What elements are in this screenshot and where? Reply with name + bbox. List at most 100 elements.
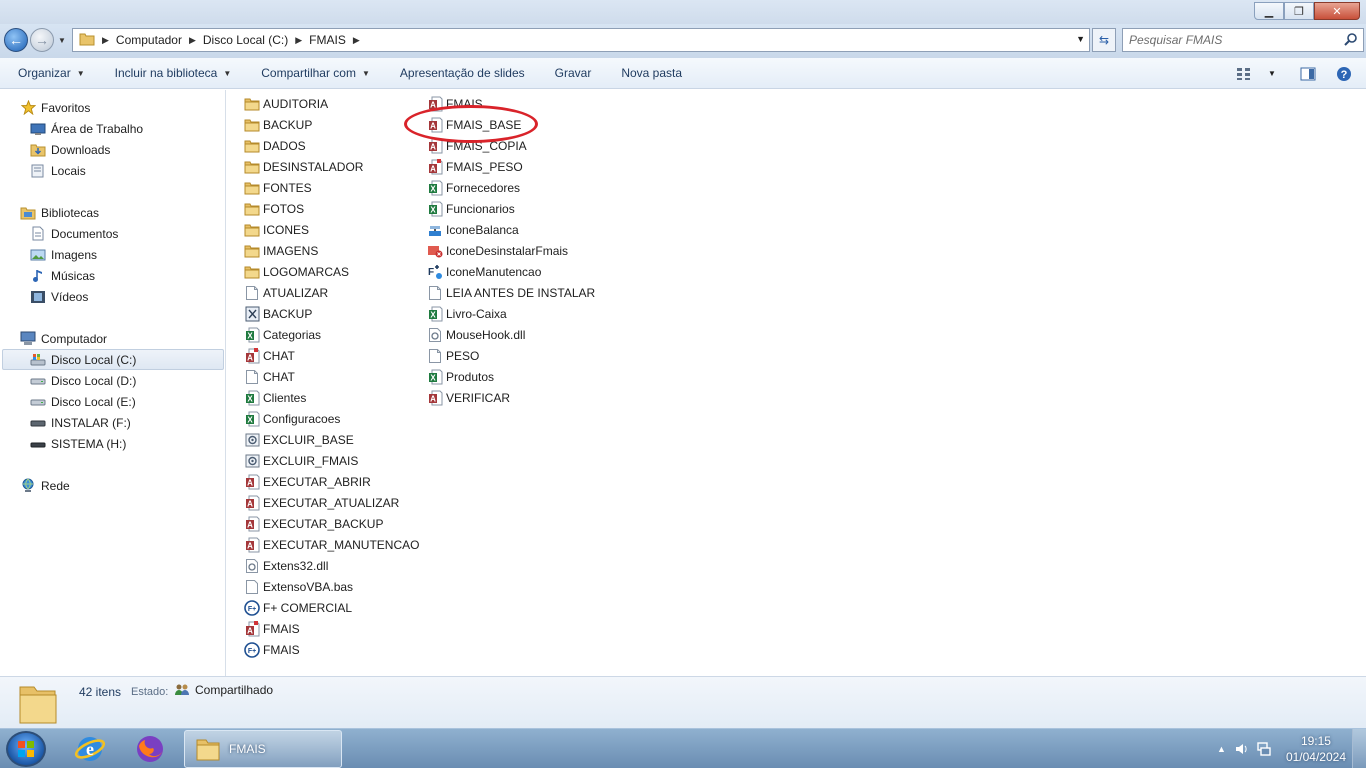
file-item-clientes[interactable]: X Clientes: [244, 387, 306, 408]
file-item-mousehook-dll[interactable]: MouseHook.dll: [427, 324, 525, 345]
file-item-executar-manutencao[interactable]: A EXECUTAR_MANUTENCAO: [244, 534, 419, 555]
search-icon[interactable]: [1344, 32, 1358, 49]
nav-favorites[interactable]: Favoritos: [20, 97, 90, 118]
minimize-button[interactable]: ▁: [1254, 2, 1284, 20]
file-item-iconedesinstalarfmais[interactable]: IconeDesinstalarFmais: [427, 240, 568, 261]
taskbar-explorer-fmais[interactable]: FMAIS: [184, 730, 342, 768]
refresh-button[interactable]: ⇆: [1092, 28, 1116, 52]
nav-drive-h[interactable]: SISTEMA (H:): [30, 433, 126, 454]
file-item-chat[interactable]: A CHAT: [244, 345, 295, 366]
file-item-livro-caixa[interactable]: X Livro-Caixa: [427, 303, 507, 324]
file-item-logomarcas[interactable]: LOGOMARCAS: [244, 261, 349, 282]
file-item-fmais-peso[interactable]: A FMAIS_PESO: [427, 156, 523, 177]
search-box[interactable]: [1122, 28, 1364, 52]
file-item-atualizar[interactable]: ATUALIZAR: [244, 282, 328, 303]
back-button[interactable]: ←: [4, 28, 28, 52]
file-item-funcionarios[interactable]: X Funcionarios: [427, 198, 515, 219]
file-item-fmais[interactable]: F+ FMAIS: [244, 639, 300, 660]
internet-explorer-button[interactable]: e: [64, 731, 116, 767]
chevron-right-icon[interactable]: ▶: [189, 35, 196, 46]
file-item-dados[interactable]: DADOS: [244, 135, 306, 156]
file-item-chat[interactable]: CHAT: [244, 366, 295, 387]
file-item-backup[interactable]: BACKUP: [244, 303, 312, 324]
file-item-produtos[interactable]: X Produtos: [427, 366, 494, 387]
file-item-fornecedores[interactable]: X Fornecedores: [427, 177, 520, 198]
show-desktop-button[interactable]: [1352, 729, 1366, 768]
nav-drive-c[interactable]: Disco Local (C:): [30, 349, 136, 370]
include-in-library-menu[interactable]: Incluir na biblioteca ▼: [100, 58, 247, 88]
details-pane: 42 itens Estado: Compartilhado: [0, 676, 1366, 728]
chevron-right-icon[interactable]: ▶: [295, 35, 302, 46]
file-item-icones[interactable]: ICONES: [244, 219, 309, 240]
nav-drive-e[interactable]: Disco Local (E:): [30, 391, 136, 412]
address-bar[interactable]: ▶ Computador ▶ Disco Local (C:) ▶ FMAIS …: [72, 28, 1090, 52]
file-item-peso[interactable]: PESO: [427, 345, 479, 366]
view-options-dropdown[interactable]: ▼: [1258, 69, 1286, 78]
network-status-icon[interactable]: [1256, 741, 1272, 757]
file-item-excluir-fmais[interactable]: EXCLUIR_FMAIS: [244, 450, 358, 471]
nav-downloads[interactable]: Downloads: [30, 139, 110, 160]
help-button[interactable]: ?: [1330, 66, 1358, 82]
nav-desktop[interactable]: Área de Trabalho: [30, 118, 143, 139]
search-input[interactable]: [1123, 33, 1333, 47]
file-item-verificar[interactable]: A VERIFICAR: [427, 387, 510, 408]
file-item-iconemanutencao[interactable]: F IconeManutencao: [427, 261, 541, 282]
nav-drive-f[interactable]: INSTALAR (F:): [30, 412, 131, 433]
chevron-right-icon[interactable]: ▶: [353, 35, 360, 46]
nav-drive-d[interactable]: Disco Local (D:): [30, 370, 136, 391]
breadcrumb-disco-c[interactable]: Disco Local (C:): [203, 33, 288, 47]
file-name: FMAIS_BASE: [446, 117, 522, 132]
file-item-auditoria[interactable]: AUDITORIA: [244, 93, 328, 114]
chevron-right-icon[interactable]: ▶: [102, 35, 109, 46]
file-item-excluir-base[interactable]: EXCLUIR_BASE: [244, 429, 354, 450]
new-folder-button[interactable]: Nova pasta: [606, 58, 697, 88]
file-item-configuracoes[interactable]: X Configuracoes: [244, 408, 340, 429]
file-item-fontes[interactable]: FONTES: [244, 177, 312, 198]
change-view-button[interactable]: [1230, 67, 1258, 81]
start-button[interactable]: [6, 731, 46, 767]
organize-menu[interactable]: Organizar ▼: [0, 58, 100, 88]
file-item-leia-antes-de-instalar[interactable]: LEIA ANTES DE INSTALAR: [427, 282, 595, 303]
file-item-fotos[interactable]: FOTOS: [244, 198, 304, 219]
file-item-executar-atualizar[interactable]: A EXECUTAR_ATUALIZAR: [244, 492, 399, 513]
slideshow-button[interactable]: Apresentação de slides: [385, 58, 540, 88]
breadcrumb-fmais[interactable]: FMAIS: [309, 33, 346, 47]
window-controls: ▁ ❐ ✕: [1254, 2, 1360, 20]
nav-recent-places[interactable]: Locais: [30, 160, 86, 181]
file-item-backup[interactable]: BACKUP: [244, 114, 312, 135]
nav-libraries[interactable]: Bibliotecas: [20, 202, 99, 223]
nav-music[interactable]: Músicas: [30, 265, 95, 286]
file-item-executar-backup[interactable]: A EXECUTAR_BACKUP: [244, 513, 383, 534]
file-item-fmais-copia[interactable]: A FMAIS_COPIA: [427, 135, 527, 156]
file-item-categorias[interactable]: X Categorias: [244, 324, 321, 345]
nav-computer[interactable]: Computador: [20, 328, 107, 349]
recent-pages-dropdown[interactable]: ▼: [58, 36, 66, 45]
file-item-f-comercial[interactable]: F+ F+ COMERCIAL: [244, 597, 352, 618]
firefox-button[interactable]: [124, 731, 176, 767]
share-with-menu[interactable]: Compartilhar com ▼: [246, 58, 385, 88]
breadcrumb-computador[interactable]: Computador: [116, 33, 182, 47]
file-item-desinstalador[interactable]: DESINSTALADOR: [244, 156, 363, 177]
burn-button[interactable]: Gravar: [540, 58, 607, 88]
maximize-button[interactable]: ❐: [1284, 2, 1314, 20]
address-dropdown-icon[interactable]: ▼: [1076, 34, 1085, 44]
file-item-executar-abrir[interactable]: A EXECUTAR_ABRIR: [244, 471, 371, 492]
show-hidden-icons-button[interactable]: ▲: [1217, 744, 1226, 754]
clock[interactable]: 19:15 01/04/2024: [1286, 733, 1346, 765]
file-item-iconebalanca[interactable]: IconeBalanca: [427, 219, 519, 240]
nav-network[interactable]: Rede: [20, 475, 70, 496]
file-item-imagens[interactable]: IMAGENS: [244, 240, 318, 261]
file-item-fmais-base[interactable]: A FMAIS_BASE: [427, 114, 521, 135]
forward-button[interactable]: →: [30, 28, 54, 52]
file-item-extens32-dll[interactable]: Extens32.dll: [244, 555, 328, 576]
preview-pane-button[interactable]: [1294, 67, 1322, 81]
svg-text:A: A: [430, 121, 436, 130]
file-item-fmais[interactable]: A FMAIS: [244, 618, 300, 639]
nav-documents[interactable]: Documentos: [30, 223, 118, 244]
close-button[interactable]: ✕: [1314, 2, 1360, 20]
volume-icon[interactable]: [1234, 741, 1250, 757]
file-item-fmais[interactable]: A FMAIS: [427, 93, 483, 114]
nav-pictures[interactable]: Imagens: [30, 244, 97, 265]
file-item-extensovba-bas[interactable]: ExtensoVBA.bas: [244, 576, 353, 597]
nav-videos[interactable]: Vídeos: [30, 286, 88, 307]
